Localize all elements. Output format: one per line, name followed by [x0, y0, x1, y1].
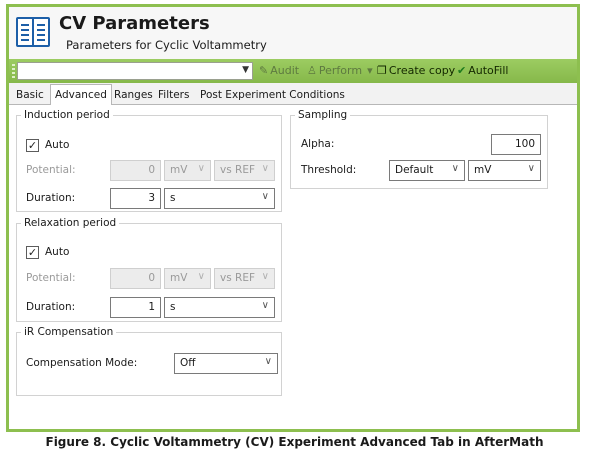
relaxation-potential-label: Potential:: [26, 272, 76, 284]
ir-compensation-group: iR Compensation Compensation Mode: Off ∨: [16, 326, 282, 396]
chevron-down-icon: ∨: [451, 163, 459, 174]
compensation-mode-select[interactable]: Off ∨: [174, 353, 278, 374]
compensation-mode-label: Compensation Mode:: [26, 357, 138, 369]
induction-auto-label: Auto: [45, 139, 70, 151]
relaxation-reference-select[interactable]: vs REF ∨: [214, 268, 275, 289]
induction-duration-label: Duration:: [26, 192, 76, 204]
alpha-label: Alpha:: [301, 138, 335, 150]
advanced-panel: Induction period ✓ Auto Potential: 0 mV ∨…: [9, 105, 577, 429]
induction-reference-select[interactable]: vs REF ∨: [214, 160, 275, 181]
chevron-down-icon: ∨: [261, 191, 269, 202]
relaxation-auto-checkbox[interactable]: ✓: [26, 246, 39, 259]
document-icon: [16, 17, 50, 47]
induction-auto-checkbox[interactable]: ✓: [26, 139, 39, 152]
window-header: CV Parameters Parameters for Cyclic Volt…: [9, 7, 577, 59]
relaxation-potential-unit-value: mV: [170, 272, 188, 284]
induction-period-group: Induction period ✓ Auto Potential: 0 mV ∨…: [16, 109, 282, 212]
relaxation-reference-value: vs REF: [220, 272, 255, 284]
threshold-label: Threshold:: [301, 164, 357, 176]
audit-icon: ✎: [259, 64, 269, 77]
chevron-down-icon[interactable]: ▼: [242, 65, 249, 75]
cv-parameters-window: CV Parameters Parameters for Cyclic Volt…: [6, 4, 580, 432]
chevron-down-icon: ∨: [261, 300, 269, 311]
ir-compensation-legend: iR Compensation: [24, 326, 114, 338]
tab-advanced[interactable]: Advanced: [50, 84, 112, 106]
toolbar-grip[interactable]: [12, 64, 15, 78]
chevron-down-icon: ∨: [197, 163, 205, 174]
page-title: CV Parameters: [59, 13, 210, 34]
page-subtitle: Parameters for Cyclic Voltammetry: [66, 38, 267, 52]
relaxation-duration-input[interactable]: 1: [110, 297, 161, 318]
sampling-group: Sampling Alpha: 100 Threshold: Default ∨ …: [290, 109, 548, 189]
induction-potential-unit-select[interactable]: mV ∨: [164, 160, 211, 181]
compensation-mode-value: Off: [180, 357, 196, 369]
induction-potential-label: Potential:: [26, 164, 76, 176]
create-copy-button[interactable]: ❐ Create copy: [377, 64, 455, 77]
perform-button[interactable]: ♙ Perform ▾: [307, 64, 373, 77]
sampling-legend: Sampling: [298, 109, 348, 121]
check-circle-icon: ✔: [457, 64, 467, 77]
alpha-input[interactable]: 100: [491, 134, 541, 155]
chevron-down-icon: ∨: [264, 356, 272, 367]
induction-duration-input[interactable]: 3: [110, 188, 161, 209]
perform-dropdown-icon: ▾: [367, 64, 373, 77]
relaxation-duration-unit-select[interactable]: s ∨: [164, 297, 275, 318]
relaxation-duration-label: Duration:: [26, 301, 76, 313]
chevron-down-icon: ∨: [261, 163, 269, 174]
chevron-down-icon: ∨: [197, 271, 205, 282]
relaxation-potential-input[interactable]: 0: [110, 268, 161, 289]
induction-reference-value: vs REF: [220, 164, 255, 176]
induction-period-legend: Induction period: [24, 109, 110, 121]
perform-icon: ♙: [307, 64, 317, 77]
experiment-combo[interactable]: ▼: [17, 62, 253, 80]
threshold-value: Default: [395, 164, 434, 176]
tab-ranges[interactable]: Ranges: [110, 87, 157, 105]
threshold-unit-select[interactable]: mV ∨: [468, 160, 541, 181]
toolbar: ▼ ✎ Audit ♙ Perform ▾ ❐ Create copy ✔ AutoFil…: [9, 59, 577, 83]
relaxation-auto-label: Auto: [45, 246, 70, 258]
audit-button[interactable]: ✎ Audit: [259, 64, 299, 77]
tab-bar: Basic Advanced Ranges Filters Post Exper…: [9, 83, 577, 106]
relaxation-duration-unit-value: s: [170, 301, 176, 313]
relaxation-period-legend: Relaxation period: [24, 217, 117, 229]
induction-duration-unit-select[interactable]: s ∨: [164, 188, 275, 209]
relaxation-potential-unit-select[interactable]: mV ∨: [164, 268, 211, 289]
induction-duration-unit-value: s: [170, 192, 176, 204]
tab-filters[interactable]: Filters: [154, 87, 193, 105]
autofill-button[interactable]: ✔ AutoFill: [457, 64, 508, 77]
tab-basic[interactable]: Basic: [12, 87, 48, 105]
threshold-select[interactable]: Default ∨: [389, 160, 465, 181]
threshold-unit-value: mV: [474, 164, 492, 176]
chevron-down-icon: ∨: [527, 163, 535, 174]
tab-post-experiment-conditions[interactable]: Post Experiment Conditions: [196, 87, 349, 105]
figure-caption: Figure 8. Cyclic Voltammetry (CV) Experi…: [45, 435, 544, 449]
chevron-down-icon: ∨: [261, 271, 269, 282]
induction-potential-unit-value: mV: [170, 164, 188, 176]
induction-potential-input[interactable]: 0: [110, 160, 161, 181]
relaxation-period-group: Relaxation period ✓ Auto Potential: 0 mV…: [16, 217, 282, 322]
create-copy-icon: ❐: [377, 64, 387, 77]
